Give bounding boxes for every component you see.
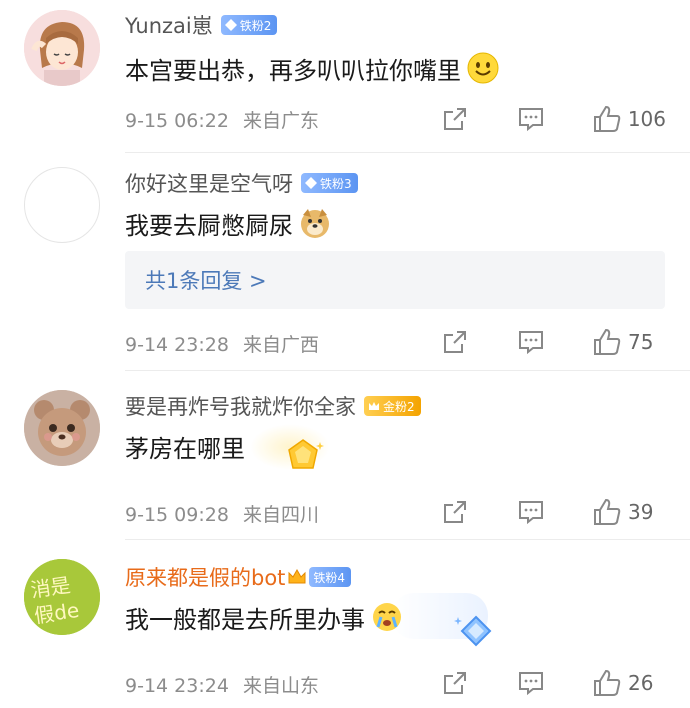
share-icon[interactable] <box>440 327 470 357</box>
comment-time: 9-14 23:28 <box>125 334 229 356</box>
diamond-icon <box>224 19 237 31</box>
gold-gem-icon <box>288 439 324 469</box>
username-row: Yunzai崽 铁粉2 <box>125 10 278 40</box>
comment-icon[interactable] <box>516 327 546 357</box>
comment-actions: 39 <box>440 497 666 527</box>
comment-text: 我一般都是去所里办事 <box>125 605 365 634</box>
comment-meta: 9-14 23:28 来自广西 <box>125 330 319 357</box>
crown-vip-icon <box>288 568 306 584</box>
like-icon[interactable] <box>592 104 622 134</box>
username-row: 你好这里是空气呀 铁粉3 <box>125 168 358 198</box>
username-row: 要是再炸号我就炸你全家 金粉2 <box>125 391 421 421</box>
fan-badge: 金粉2 <box>364 396 421 416</box>
comment-location: 来自广西 <box>242 334 319 356</box>
fan-badge-label: 铁粉4 <box>313 570 346 585</box>
comment-meta: 9-15 06:22 来自广东 <box>125 106 319 133</box>
comment-item: 你好这里是空气呀 铁粉3 我要去屙憋屙尿 共1条回复 > 9-14 23:28 … <box>0 153 690 371</box>
username-row: 原来都是假的bot 铁粉4 <box>125 562 352 592</box>
comment-item: 消是 假de 原来都是假的bot 铁粉4 我一般都是去所里办事 9-14 23:… <box>0 541 690 708</box>
avatar[interactable] <box>24 10 100 86</box>
divider <box>125 370 690 371</box>
comment-text-row: 茅房在哪里 <box>125 426 245 466</box>
share-icon[interactable] <box>440 497 470 527</box>
fan-badge-label: 铁粉2 <box>239 18 272 33</box>
like-count: 106 <box>627 107 666 131</box>
comment-location: 来自四川 <box>242 504 319 526</box>
avatar[interactable]: 消是 假de <box>24 559 100 635</box>
diamond-icon <box>305 177 317 189</box>
smile-emoji-icon <box>467 52 499 84</box>
username[interactable]: 要是再炸号我就炸你全家 <box>125 391 356 421</box>
view-replies-link[interactable]: 共1条回复 > <box>145 265 267 295</box>
like-icon[interactable] <box>592 327 622 357</box>
share-icon[interactable] <box>440 668 470 698</box>
fan-badge-label: 铁粉3 <box>320 176 352 191</box>
comment-actions: 26 <box>440 668 666 698</box>
comment-text-row: 本宫要出恭，再多叭叭拉你嘴里 <box>125 48 499 88</box>
doge-emoji-icon <box>301 209 329 238</box>
fan-badge: 铁粉3 <box>301 173 358 193</box>
comment-actions: 106 <box>440 104 666 134</box>
comment-location: 来自广东 <box>242 110 319 132</box>
like-count: 75 <box>628 330 654 354</box>
share-icon[interactable] <box>440 104 470 134</box>
fan-badge: 铁粉2 <box>220 15 278 35</box>
username[interactable]: 原来都是假的bot <box>125 562 285 592</box>
fan-badge: 铁粉4 <box>309 567 352 587</box>
comment-actions: 75 <box>440 327 666 357</box>
comment-time: 9-14 23:24 <box>125 675 229 697</box>
tearful-emoji-icon <box>373 603 401 631</box>
avatar[interactable] <box>24 167 100 243</box>
like-count: 26 <box>628 671 654 695</box>
comment-meta: 9-15 09:28 来自四川 <box>125 500 319 527</box>
comment-text: 本宫要出恭，再多叭叭拉你嘴里 <box>125 56 461 85</box>
username[interactable]: 你好这里是空气呀 <box>125 168 293 198</box>
comment-location: 来自山东 <box>242 675 319 697</box>
comment-meta: 9-14 23:24 来自山东 <box>125 671 319 698</box>
comment-item: 要是再炸号我就炸你全家 金粉2 茅房在哪里 9-15 09:28 来自四川 39 <box>0 372 690 540</box>
comment-icon[interactable] <box>516 497 546 527</box>
avatar[interactable] <box>24 390 100 466</box>
fan-badge-label: 金粉2 <box>383 399 415 414</box>
reply-box[interactable]: 共1条回复 > <box>125 251 665 309</box>
like-count: 39 <box>628 500 654 524</box>
crown-icon <box>369 402 379 410</box>
blue-gem-icon <box>454 615 492 647</box>
comment-icon[interactable] <box>516 668 546 698</box>
divider <box>125 539 690 540</box>
username[interactable]: Yunzai崽 <box>125 10 213 40</box>
comment-text: 我要去屙憋屙尿 <box>125 211 293 240</box>
comment-time: 9-15 06:22 <box>125 110 229 132</box>
like-icon[interactable] <box>592 668 622 698</box>
comment-item: Yunzai崽 铁粉2 本宫要出恭，再多叭叭拉你嘴里 9-15 06:22 来自… <box>0 0 690 160</box>
comment-text-row: 我一般都是去所里办事 <box>125 597 403 637</box>
like-icon[interactable] <box>592 497 622 527</box>
comment-time: 9-15 09:28 <box>125 504 229 526</box>
comment-text: 茅房在哪里 <box>125 434 245 463</box>
comment-icon[interactable] <box>516 104 546 134</box>
comment-text-row: 我要去屙憋屙尿 <box>125 203 331 243</box>
